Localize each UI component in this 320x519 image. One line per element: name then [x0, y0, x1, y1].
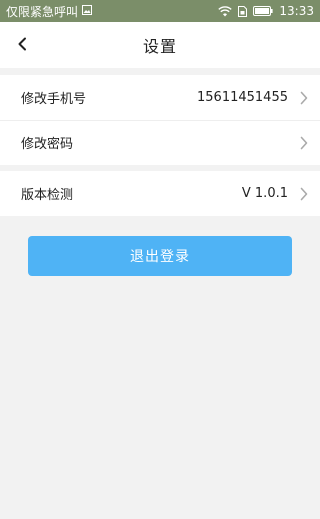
page-title: 设置 — [142, 37, 177, 56]
status-right: 13:33 — [218, 4, 314, 18]
phone-number-value: 15611451455 — [197, 90, 288, 105]
version-value: V 1.0.1 — [241, 186, 288, 201]
row-label: 修改手机号 — [21, 92, 87, 107]
status-left: 仅限紧急呼叫 — [6, 3, 93, 20]
status-time: 13:33 — [279, 4, 314, 18]
image-icon — [82, 4, 93, 18]
row-label: 修改密码 — [21, 137, 74, 152]
carrier-text: 仅限紧急呼叫 — [6, 4, 79, 19]
settings-row-version-check[interactable]: 版本检测 V 1.0.1 — [0, 171, 320, 216]
chevron-left-icon — [17, 36, 27, 55]
settings-row-change-phone[interactable]: 修改手机号 15611451455 — [0, 75, 320, 120]
wifi-icon — [218, 5, 233, 17]
chevron-right-icon — [298, 90, 310, 106]
settings-group-version: 版本检测 V 1.0.1 — [0, 171, 320, 216]
back-button[interactable] — [8, 22, 36, 68]
status-bar: 仅限紧急呼叫 13:33 — [0, 0, 320, 22]
nav-bar: 设置 — [0, 22, 320, 68]
logout-button[interactable]: 退出登录 — [28, 236, 292, 276]
battery-icon — [253, 6, 274, 16]
chevron-right-icon — [298, 186, 310, 202]
row-label: 版本检测 — [21, 188, 74, 203]
settings-row-change-password[interactable]: 修改密码 — [0, 120, 320, 165]
settings-group-account: 修改手机号 15611451455 修改密码 — [0, 75, 320, 165]
sim-icon — [238, 5, 248, 17]
chevron-right-icon — [298, 135, 310, 151]
